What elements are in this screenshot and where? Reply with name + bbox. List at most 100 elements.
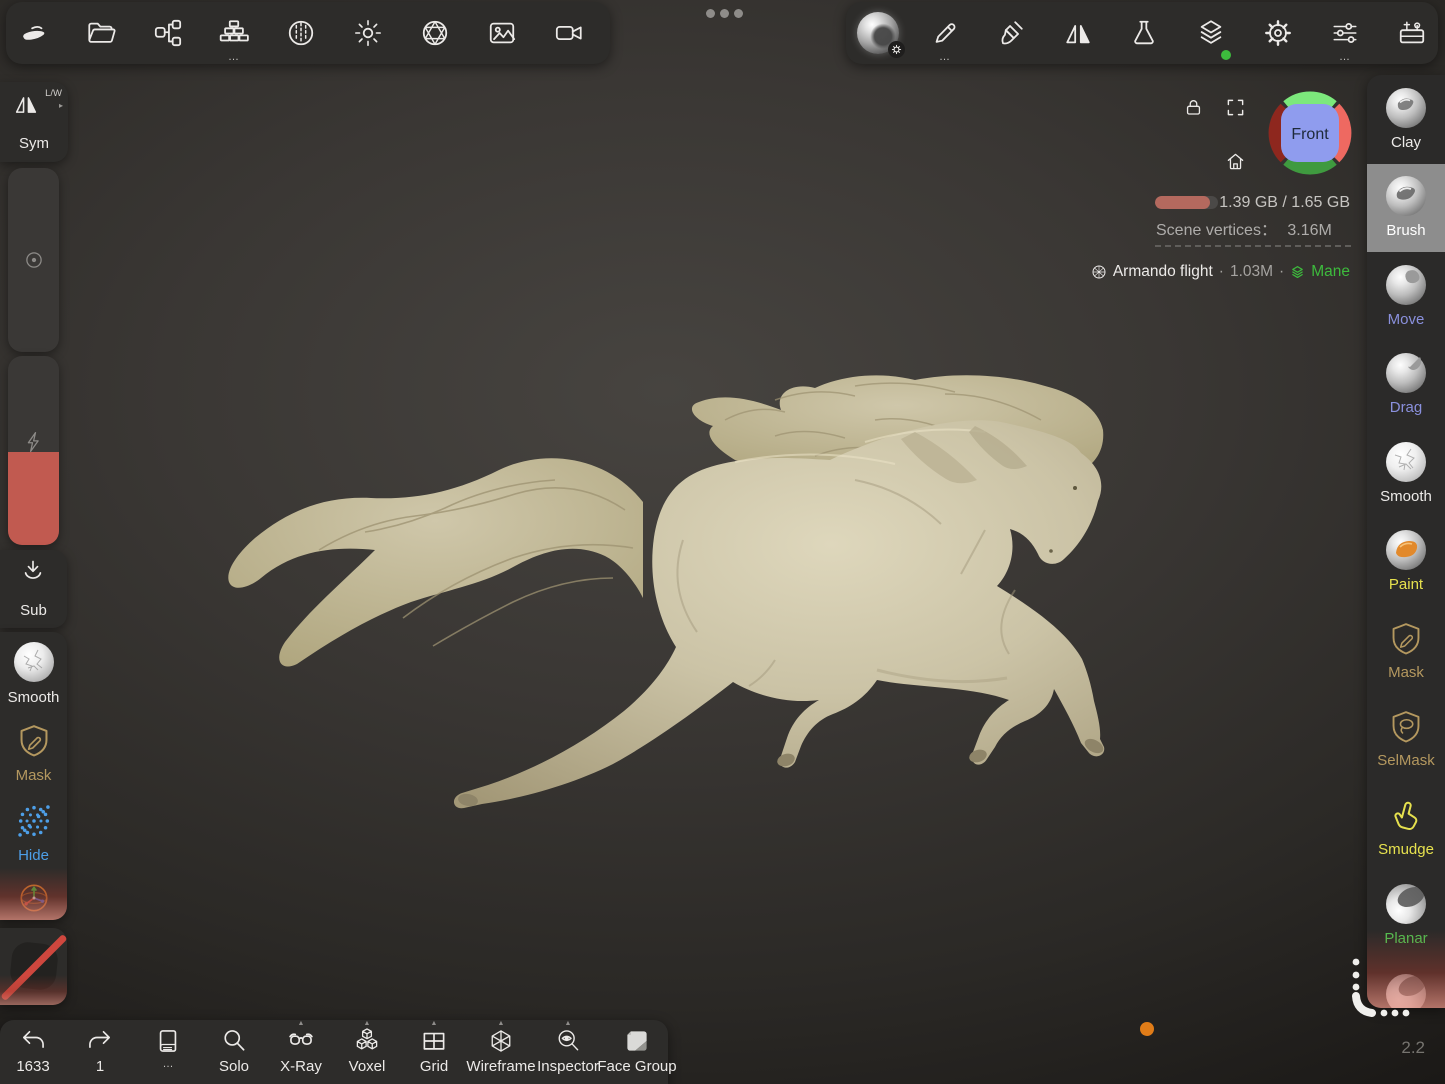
scene-vertices-row: Scene vertices： 3.16M [1156, 216, 1332, 240]
scene-graph-icon [153, 18, 183, 48]
redo-button[interactable]: 1 [69, 1020, 131, 1084]
tool-brush-selected[interactable]: Brush [1367, 164, 1445, 253]
face-group-button[interactable]: Face Group [606, 1020, 668, 1084]
quick-hide-button[interactable]: Hide [0, 802, 67, 864]
grid-icon [420, 1027, 448, 1055]
quick-smooth-button[interactable]: Smooth [0, 642, 67, 706]
tool-sidebar: Clay Brush Move Drag Smooth Pa [1367, 75, 1445, 1008]
home-view-button[interactable] [1226, 152, 1245, 176]
symmetry-mode-label: L/W [45, 88, 62, 99]
symmetry-button[interactable] [1050, 2, 1106, 64]
inspector-label: Inspector [537, 1058, 599, 1075]
interface-more-dots: … [1317, 52, 1373, 62]
wireframe-button[interactable]: ▲ Wireframe [470, 1020, 532, 1084]
lock-view-button[interactable] [1184, 98, 1203, 122]
clay-sphere-icon [1386, 88, 1426, 128]
alpha-none-button[interactable] [0, 928, 67, 1005]
image-icon [487, 18, 517, 48]
selmask-shield-icon [1387, 708, 1425, 746]
background-button[interactable] [474, 2, 530, 64]
falloff-button[interactable] [983, 2, 1039, 64]
grid-button[interactable]: ▲ Grid [403, 1020, 465, 1084]
quick-mask-label: Mask [16, 767, 52, 784]
tool-planar[interactable]: Planar [1367, 872, 1445, 961]
paint-sphere-icon [1386, 530, 1426, 570]
wireframe-label: Wireframe [466, 1058, 535, 1075]
interface-button[interactable]: … [1317, 2, 1373, 64]
memory-bar [1155, 196, 1218, 209]
topology-button[interactable]: … [206, 2, 262, 64]
solo-button[interactable]: Solo [203, 1020, 265, 1084]
tool-brush-label: Brush [1386, 222, 1425, 239]
lab-button[interactable] [1116, 2, 1172, 64]
tool-paint[interactable]: Paint [1367, 518, 1445, 607]
touch-cursor-dot [1140, 1022, 1154, 1036]
sculpt-model-horse[interactable] [215, 370, 1105, 815]
layers-button[interactable] [1183, 2, 1239, 64]
multitask-dot [734, 9, 743, 18]
planar-sphere-icon [1386, 884, 1426, 924]
toolbox-icon [1397, 18, 1427, 48]
app-menu-button[interactable] [6, 2, 62, 64]
scene-vertices-label: Scene vertices： [1156, 222, 1277, 239]
multitask-dot [720, 9, 729, 18]
voxel-label: Voxel [349, 1058, 386, 1075]
object-sep: · [1279, 263, 1284, 281]
smooth-sphere-icon [14, 642, 54, 682]
toolbox-button[interactable] [1384, 2, 1440, 64]
transform-gizmo-icon [16, 880, 52, 916]
undo-button[interactable]: 1633 [2, 1020, 64, 1084]
view-gizmo[interactable]: Front [1268, 91, 1352, 175]
history-button[interactable]: … [137, 1020, 199, 1084]
sub-button[interactable]: Sub [0, 550, 67, 628]
stroke-button[interactable]: … [917, 2, 973, 64]
object-name: Armando flight [1113, 263, 1213, 281]
pencil-icon [930, 18, 960, 48]
post-process-button[interactable] [407, 2, 463, 64]
lighting-button[interactable] [340, 2, 396, 64]
voxel-button[interactable]: ▲ Voxel [336, 1020, 398, 1084]
settings-button[interactable] [1250, 2, 1306, 64]
tool-smudge[interactable]: Smudge [1367, 783, 1445, 872]
grid-label: Grid [420, 1058, 448, 1075]
multitask-indicator[interactable] [706, 9, 743, 18]
sidebar-scroll-hint[interactable] [1346, 952, 1416, 1022]
active-material-button[interactable] [850, 2, 906, 64]
material-button[interactable] [273, 2, 329, 64]
xray-button[interactable]: ▲ X-Ray [270, 1020, 332, 1084]
voxel-caret: ▲ [336, 1020, 398, 1028]
xray-label: X-Ray [280, 1058, 322, 1075]
active-object-row[interactable]: Armando flight · 1.03M · Mane [1091, 263, 1350, 281]
fullscreen-button[interactable] [1226, 98, 1245, 122]
scene-graph-button[interactable] [140, 2, 196, 64]
tool-move[interactable]: Move [1367, 252, 1445, 341]
view-gizmo-label: Front [1291, 126, 1329, 143]
mask-shield-icon [15, 722, 53, 760]
symmetry-expand-arrow: ▸ [59, 101, 63, 110]
video-camera-icon [554, 18, 584, 48]
hide-dither-icon [15, 802, 53, 840]
tool-mask[interactable]: Mask [1367, 606, 1445, 695]
tool-drag[interactable]: Drag [1367, 341, 1445, 430]
paintbrush-icon [996, 18, 1026, 48]
inspector-button[interactable]: ▲ Inspector [537, 1020, 599, 1084]
tool-clay[interactable]: Clay [1367, 75, 1445, 164]
files-button[interactable] [73, 2, 129, 64]
wireframe-icon [487, 1027, 515, 1055]
radius-slider[interactable] [8, 168, 59, 352]
mirror-symmetry-icon [1063, 18, 1093, 48]
scene-vertices-value: 3.16M [1287, 222, 1331, 239]
quick-mask-button[interactable]: Mask [0, 722, 67, 784]
tool-smooth[interactable]: Smooth [1367, 429, 1445, 518]
undo-count: 1633 [16, 1058, 49, 1075]
symmetry-toggle-panel[interactable]: L/W ▸ Sym [0, 82, 68, 162]
material-gear-badge [888, 41, 905, 58]
top-left-toolbar: … [6, 2, 610, 64]
gizmo-tool-button[interactable] [0, 880, 67, 916]
camera-button[interactable] [541, 2, 597, 64]
hud-separator [1155, 245, 1351, 247]
tool-mask-label: Mask [1388, 664, 1424, 681]
tool-selmask[interactable]: SelMask [1367, 695, 1445, 784]
intensity-slider[interactable] [8, 356, 59, 545]
multitask-dot [706, 9, 715, 18]
